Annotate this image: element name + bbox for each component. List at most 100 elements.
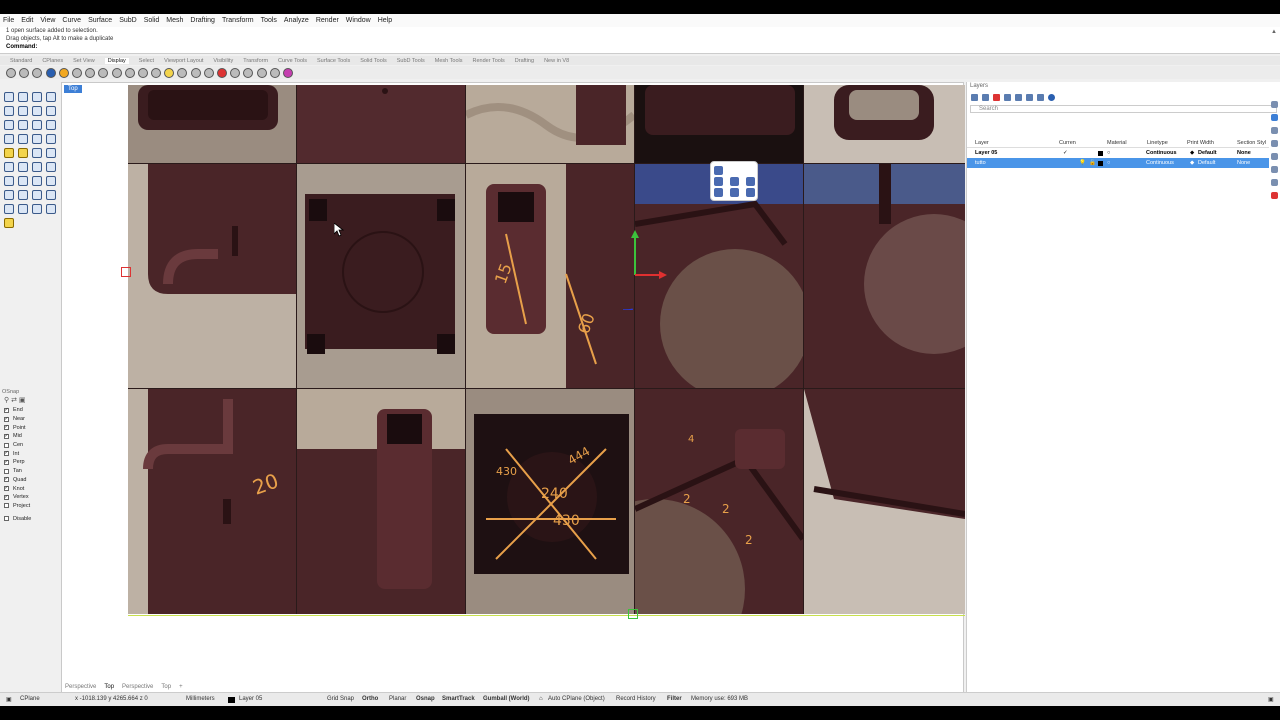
gear-icon[interactable] [4, 218, 14, 228]
tab-display[interactable]: Display [104, 57, 129, 64]
layer-down-icon[interactable] [1015, 93, 1022, 101]
cylinder-icon[interactable] [32, 134, 42, 144]
align-icon[interactable] [746, 177, 755, 186]
tab-viewport-layout[interactable]: Viewport Layout [164, 58, 203, 64]
light-bulb-icon[interactable]: 💡 [1079, 158, 1086, 168]
shaded-icon[interactable] [19, 67, 30, 78]
cplane-icon[interactable] [714, 177, 723, 186]
gumball-toggle-icon[interactable] [714, 166, 723, 175]
color-icon[interactable] [282, 67, 293, 78]
layers-search-input[interactable]: Search [970, 105, 1277, 113]
menu-subd[interactable]: SubD [119, 17, 137, 24]
text-icon[interactable] [4, 204, 14, 214]
layers-icon[interactable] [1271, 114, 1278, 121]
osnap-toggle[interactable]: Osnap [416, 696, 435, 702]
help-icon[interactable] [1048, 93, 1055, 101]
materials-icon[interactable] [1271, 153, 1278, 160]
tab-mesh-tools[interactable]: Mesh Tools [435, 58, 463, 64]
osnap-checkbox[interactable]: ✓ [4, 459, 9, 465]
gumball-toggle[interactable]: Gumball (World) [483, 696, 530, 702]
list-icon[interactable] [1037, 93, 1044, 101]
copy-icon[interactable] [18, 176, 28, 186]
polyline-icon[interactable] [32, 92, 42, 102]
osnap-item-point[interactable]: ✓ Point [0, 423, 60, 432]
osnap-disable[interactable]: Disable [0, 514, 60, 523]
tab-perspective[interactable]: Perspective [65, 684, 96, 690]
menu-analyze[interactable]: Analyze [284, 17, 309, 24]
layer-linetype[interactable]: Continuous [1146, 148, 1177, 158]
osnap-checkbox[interactable]: ✓ [4, 451, 9, 457]
swap-icon[interactable]: ⇄ [11, 397, 17, 404]
menu-window[interactable]: Window [346, 17, 371, 24]
layer-color-swatch[interactable] [228, 697, 235, 703]
tab-select[interactable]: Select [139, 58, 154, 64]
menu-file[interactable]: File [3, 17, 14, 24]
layer-linetype[interactable]: Continuous [1146, 158, 1174, 168]
show-icon[interactable] [230, 67, 241, 78]
dimension-icon[interactable] [46, 190, 56, 200]
grid-icon[interactable] [190, 67, 201, 78]
offset-icon[interactable] [32, 148, 42, 158]
status-units[interactable]: Millimeters [186, 696, 215, 702]
tab-solid-tools[interactable]: Solid Tools [360, 58, 387, 64]
rendered-icon[interactable] [32, 67, 43, 78]
tab-transform[interactable]: Transform [243, 58, 268, 64]
osnap-checkbox[interactable]: ✓ [4, 494, 9, 500]
new-layer-icon[interactable] [971, 93, 978, 101]
osnap-item-knot[interactable]: ✓ Knot [0, 484, 60, 493]
monitor-icon[interactable] [243, 67, 254, 78]
layer-print-width[interactable]: Default [1198, 158, 1215, 168]
current-check-icon[interactable]: ✓ [1063, 148, 1068, 158]
solid-icon[interactable] [4, 134, 14, 144]
mesh-icon[interactable] [4, 148, 14, 158]
trash-icon[interactable]: ▣ [19, 397, 26, 404]
artistic-icon[interactable] [85, 67, 96, 78]
tab-visibility[interactable]: Visibility [213, 58, 233, 64]
cone-icon[interactable] [46, 134, 56, 144]
osnap-checkbox[interactable] [4, 468, 9, 474]
menu-surface[interactable]: Surface [88, 17, 112, 24]
tab-perspective[interactable]: Perspective [122, 684, 153, 690]
split-icon[interactable] [4, 162, 14, 172]
menu-curve[interactable]: Curve [62, 17, 81, 24]
layer-section-style[interactable]: None [1237, 158, 1250, 168]
move-icon[interactable] [4, 176, 14, 186]
status-cplane[interactable]: CPlane [20, 696, 40, 702]
osnap-checkbox[interactable]: ✓ [4, 433, 9, 439]
layer-section-style[interactable]: None [1237, 148, 1251, 158]
axes-icon[interactable] [203, 67, 214, 78]
xray-icon[interactable] [58, 67, 69, 78]
group-icon[interactable] [46, 162, 56, 172]
circle-icon[interactable] [4, 106, 14, 116]
reference-photo-grid[interactable]: 15 60 20 430 444 240 430 4 2 2 2 [128, 85, 965, 614]
picture-icon[interactable] [746, 188, 755, 197]
osnap-item-end[interactable]: ✓ End [0, 406, 60, 415]
add-tab-icon[interactable]: + [179, 684, 183, 690]
layer-color-swatch[interactable] [1098, 150, 1103, 156]
layer-print-width[interactable]: Default [1198, 148, 1217, 158]
osnap-checkbox[interactable] [4, 503, 9, 509]
selection-grip[interactable] [121, 267, 131, 277]
point-icon[interactable] [18, 92, 28, 102]
auto-cplane-toggle[interactable]: Auto CPlane (Object) [548, 696, 605, 702]
viewport-label[interactable]: Top [64, 85, 82, 93]
col-material[interactable]: Material [1107, 138, 1127, 148]
settings-icon[interactable] [256, 67, 267, 78]
command-prompt[interactable]: Command: [6, 43, 1280, 51]
viewport-top[interactable]: Top 15 60 20 430 444 240 430 4 2 2 2 [61, 82, 965, 693]
polygon-icon[interactable] [32, 106, 42, 116]
join-icon[interactable] [18, 162, 28, 172]
osnap-checkbox[interactable]: ✓ [4, 486, 9, 492]
menu-view[interactable]: View [40, 17, 55, 24]
col-print-width[interactable]: Print Width [1187, 138, 1214, 148]
osnap-item-tan[interactable]: Tan [0, 467, 60, 476]
material-circle-icon[interactable]: ○ [1107, 148, 1110, 158]
osnap-checkbox[interactable]: ✓ [4, 416, 9, 422]
record-history-toggle[interactable]: Record History [616, 696, 656, 702]
material-circle-icon[interactable]: ○ [1107, 158, 1110, 168]
pen-icon[interactable] [98, 67, 109, 78]
new-sublayer-icon[interactable] [982, 93, 989, 101]
wireframe-icon[interactable] [6, 67, 16, 78]
col-current[interactable]: Curren [1059, 138, 1076, 148]
scale-icon[interactable] [46, 176, 56, 186]
